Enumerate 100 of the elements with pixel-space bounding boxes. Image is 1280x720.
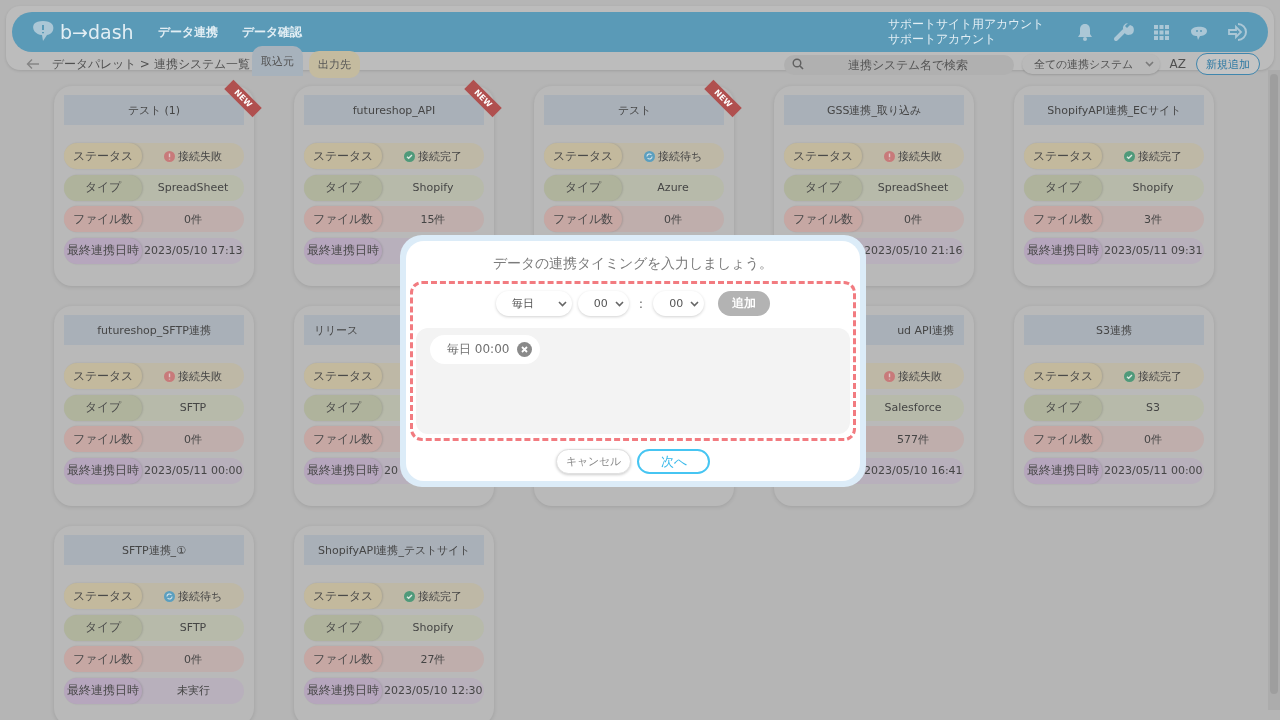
check-icon [404, 590, 415, 602]
row-value: 2023/05/10 17:13 [144, 244, 243, 257]
row-value: 接続失敗 [898, 368, 942, 384]
row-label: ファイル数 [544, 206, 622, 232]
check-icon [1124, 150, 1135, 162]
row-label: ステータス [304, 143, 382, 169]
row-label: ファイル数 [1024, 426, 1102, 452]
hour-select[interactable]: 00 [577, 291, 629, 317]
close-icon[interactable] [517, 342, 533, 358]
row-value: SFTP [179, 401, 207, 414]
row-value: SpreadSheet [157, 181, 229, 194]
sync-icon [164, 590, 175, 602]
row-value: 接続完了 [1138, 368, 1182, 384]
row-label: ファイル数 [64, 426, 142, 452]
next-button[interactable]: 次へ [637, 449, 710, 474]
filter-dropdown[interactable]: 全ての連携システム [1021, 54, 1160, 74]
row-value: 20 [384, 464, 398, 477]
wrench-icon[interactable] [1112, 21, 1134, 43]
row-value: SpreadSheet [877, 181, 949, 194]
row-value: Azure [657, 181, 689, 194]
row-value: 接続完了 [418, 148, 462, 164]
row-label: ステータス [64, 143, 142, 169]
row-value: SFTP [179, 621, 207, 634]
card-title: GSS連携_取り込み [784, 95, 964, 125]
row-label: 最終連携日時 [1024, 237, 1102, 264]
row-label: 最終連携日時 [64, 677, 142, 704]
row-value: 27件 [420, 651, 446, 667]
card-title: futureshop_SFTP連携 [64, 315, 244, 345]
caret-icon [614, 300, 624, 307]
back-arrow-icon[interactable] [26, 58, 40, 70]
row-label: タイプ [64, 614, 142, 641]
row-label: ファイル数 [64, 206, 142, 232]
sync-icon [644, 150, 655, 162]
caret-icon [690, 300, 700, 307]
row-label: 最終連携日時 [64, 457, 142, 484]
nav-link[interactable]: データ確認 [241, 23, 302, 41]
row-label: ファイル数 [64, 646, 142, 672]
row-value: S3 [1146, 401, 1160, 414]
row-label: ファイル数 [304, 206, 382, 232]
row-label: タイプ [544, 174, 622, 201]
row-value: 2023/05/11 00:00 [1104, 464, 1203, 477]
row-label: ファイル数 [1024, 206, 1102, 232]
row-label: ステータス [64, 583, 142, 609]
row-label: ステータス [784, 143, 862, 169]
row-value: 577件 [897, 431, 929, 447]
row-value: 接続失敗 [898, 148, 942, 164]
row-label: ステータス [304, 363, 382, 389]
row-value: 0件 [184, 431, 202, 447]
account-name: サポートアカウント [888, 32, 997, 47]
logo-text: b→dash [60, 21, 134, 43]
row-label: ステータス [304, 583, 382, 609]
row-label: タイプ [64, 174, 142, 201]
minute-select[interactable]: 00 [653, 291, 705, 317]
row-value: 2023/05/11 00:00 [144, 464, 243, 477]
row-value: 15件 [420, 211, 446, 227]
row-label: 最終連携日時 [304, 457, 382, 484]
row-label: ファイル数 [304, 646, 382, 672]
row-value: 接続失敗 [178, 148, 222, 164]
row-value: 0件 [664, 211, 682, 227]
row-label: タイプ [304, 394, 382, 421]
row-value: 接続完了 [1138, 148, 1182, 164]
row-value: 0件 [184, 211, 202, 227]
card-title: SFTP連携_① [64, 535, 244, 565]
row-label: 最終連携日時 [304, 677, 382, 704]
sort-toggle[interactable]: AZ [1169, 57, 1186, 71]
row-value: 2023/05/11 09:31 [1104, 244, 1203, 257]
search-icon [791, 57, 804, 70]
check-icon [1124, 370, 1135, 382]
search-field[interactable]: 連携システム名で検索 [783, 54, 1014, 75]
row-label: ファイル数 [304, 426, 382, 452]
row-label: ステータス [1024, 363, 1102, 389]
tab[interactable]: 取込元 [252, 46, 303, 76]
time-separator: : [638, 296, 644, 312]
row-label: ステータス [544, 143, 622, 169]
card-title: ShopifyAPI連携_ECサイト [1024, 95, 1204, 125]
row-label: ファイル数 [784, 206, 862, 232]
row-value: Shopify [412, 621, 454, 634]
error-icon [164, 370, 175, 382]
caret-icon [557, 300, 567, 307]
error-icon [884, 370, 895, 382]
logout-icon[interactable] [1226, 21, 1248, 43]
row-label: タイプ [1024, 174, 1102, 201]
account-name: サポートサイト用アカウント [888, 17, 1044, 32]
tab[interactable]: 出力先 [309, 50, 360, 78]
frequency-select[interactable]: 毎日 [495, 291, 572, 317]
check-icon [404, 150, 415, 162]
row-label: タイプ [1024, 394, 1102, 421]
cancel-button[interactable]: キャンセル [556, 449, 631, 474]
dialog-title: データの連携タイミングを入力しましょう。 [493, 255, 773, 273]
card-title: ShopifyAPI連携_テストサイト [304, 535, 484, 565]
card-title: S3連携 [1024, 315, 1204, 345]
row-value: 0件 [1144, 431, 1162, 447]
row-label: タイプ [64, 394, 142, 421]
caret-icon [1144, 61, 1154, 67]
add-button[interactable]: 新規追加 [1196, 53, 1260, 75]
breadcrumb: データパレット > 連携システム一覧 [52, 55, 251, 73]
row-label: 最終連携日時 [1024, 457, 1102, 484]
nav-link[interactable]: データ連携 [157, 23, 218, 41]
row-value: 未実行 [176, 683, 210, 698]
row-label: 最終連携日時 [64, 237, 142, 264]
